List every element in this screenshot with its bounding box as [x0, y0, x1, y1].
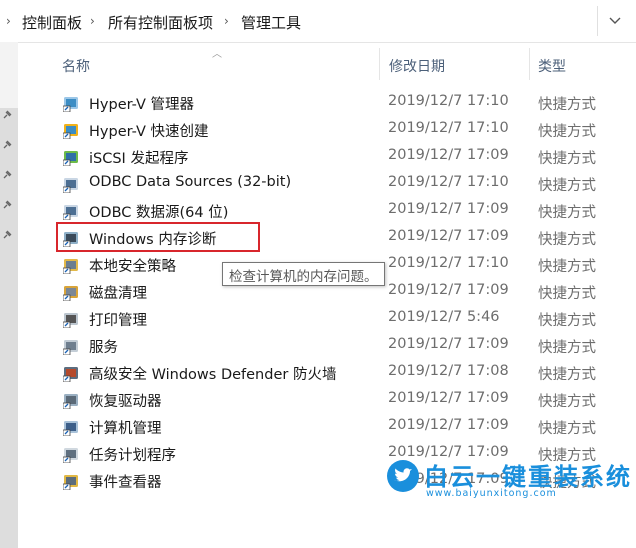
- task-scheduler-icon: [63, 448, 78, 463]
- table-row[interactable]: 恢复驱动器 2019/12/7 17:09 快捷方式: [18, 386, 636, 413]
- file-name[interactable]: 打印管理: [89, 309, 147, 330]
- file-date: 2019/12/7 17:10: [388, 255, 509, 271]
- file-type: 快捷方式: [538, 394, 596, 410]
- table-row[interactable]: Hyper-V 快速创建 2019/12/7 17:10 快捷方式: [18, 116, 636, 143]
- file-date: 2019/12/7 17:09: [388, 282, 509, 298]
- firewall-icon: [63, 367, 78, 382]
- file-name[interactable]: 磁盘清理: [89, 282, 147, 303]
- file-date: 2019/12/7 5:46: [388, 309, 500, 325]
- file-type: 快捷方式: [538, 286, 596, 302]
- address-bar[interactable]: › 控制面板 › 所有控制面板项 › 管理工具: [0, 0, 636, 43]
- pin-icon[interactable]: [2, 110, 12, 120]
- watermark: 白云一键重装系统 www.baiyunxitong.com: [384, 455, 636, 505]
- file-type: 快捷方式: [538, 232, 596, 248]
- column-name-header[interactable]: 名称: [62, 56, 90, 76]
- sort-ascending-icon: ︿: [212, 49, 222, 60]
- table-row[interactable]: 打印管理 2019/12/7 5:46 快捷方式: [18, 305, 636, 332]
- watermark-title: 白云一键重装系统: [424, 463, 632, 491]
- file-type: 快捷方式: [538, 151, 596, 167]
- table-row[interactable]: iSCSI 发起程序 2019/12/7 17:09 快捷方式: [18, 143, 636, 170]
- file-name[interactable]: Hyper-V 管理器: [89, 93, 194, 114]
- table-row[interactable]: ODBC Data Sources (32-bit) 2019/12/7 17:1…: [18, 170, 636, 197]
- chevron-right-icon[interactable]: ›: [224, 14, 229, 28]
- file-type: 快捷方式: [538, 367, 596, 383]
- pin-icon[interactable]: [2, 230, 12, 240]
- file-date: 2019/12/7 17:09: [388, 228, 509, 244]
- file-date: 2019/12/7 17:10: [388, 93, 509, 109]
- file-type: 快捷方式: [538, 124, 596, 140]
- file-date: 2019/12/7 17:09: [388, 390, 509, 406]
- file-date: 2019/12/7 17:10: [388, 174, 509, 190]
- table-row[interactable]: 高级安全 Windows Defender 防火墙 2019/12/7 17:08…: [18, 359, 636, 386]
- hyperv-manager-icon: [63, 97, 78, 112]
- file-name[interactable]: 服务: [89, 336, 118, 357]
- table-row[interactable]: 服务 2019/12/7 17:09 快捷方式: [18, 332, 636, 359]
- navigation-pane: [0, 42, 18, 548]
- chevron-right-icon[interactable]: ›: [90, 14, 95, 28]
- watermark-url: www.baiyunxitong.com: [426, 488, 557, 499]
- recovery-drive-icon: [63, 394, 78, 409]
- file-type: 快捷方式: [538, 97, 596, 113]
- column-divider[interactable]: [379, 48, 380, 80]
- file-date: 2019/12/7 17:08: [388, 363, 509, 379]
- table-row[interactable]: ODBC 数据源(64 位) 2019/12/7 17:09 快捷方式: [18, 197, 636, 224]
- print-management-icon: [63, 313, 78, 328]
- breadcrumb-all-items[interactable]: 所有控制面板项: [108, 12, 213, 33]
- file-name[interactable]: 高级安全 Windows Defender 防火墙: [89, 363, 336, 384]
- iscsi-icon: [63, 151, 78, 166]
- file-type: 快捷方式: [538, 259, 596, 275]
- column-header: 名称 修改日期 类型: [18, 42, 636, 86]
- table-row[interactable]: Hyper-V 管理器 2019/12/7 17:10 快捷方式: [18, 89, 636, 116]
- file-name[interactable]: 本地安全策略: [89, 255, 176, 276]
- file-date: 2019/12/7 17:10: [388, 120, 509, 136]
- highlight-box: [56, 222, 260, 252]
- services-icon: [63, 340, 78, 355]
- breadcrumb-control-panel[interactable]: 控制面板: [22, 12, 82, 33]
- column-date-header[interactable]: 修改日期: [389, 56, 445, 76]
- pin-icon[interactable]: [2, 200, 12, 210]
- tooltip: 检查计算机的内存问题。: [222, 262, 385, 286]
- odbc-icon: [63, 178, 78, 193]
- file-date: 2019/12/7 17:09: [388, 201, 509, 217]
- pin-icon[interactable]: [2, 170, 12, 180]
- address-divider: [597, 6, 598, 36]
- security-policy-icon: [63, 259, 78, 274]
- event-viewer-icon: [63, 475, 78, 490]
- file-date: 2019/12/7 17:09: [388, 147, 509, 163]
- file-name[interactable]: ODBC Data Sources (32-bit): [89, 174, 291, 190]
- chevron-right-icon[interactable]: ›: [6, 14, 11, 28]
- file-name[interactable]: 任务计划程序: [89, 444, 176, 465]
- file-type: 快捷方式: [538, 178, 596, 194]
- file-date: 2019/12/7 17:09: [388, 417, 509, 433]
- file-type: 快捷方式: [538, 205, 596, 221]
- file-name[interactable]: 计算机管理: [89, 417, 162, 438]
- hyperv-quick-create-icon: [63, 124, 78, 139]
- computer-management-icon: [63, 421, 78, 436]
- odbc-icon: [63, 205, 78, 220]
- file-name[interactable]: 事件查看器: [89, 471, 162, 492]
- file-name[interactable]: Hyper-V 快速创建: [89, 120, 209, 141]
- column-type-header[interactable]: 类型: [538, 56, 566, 76]
- pin-icon[interactable]: [2, 140, 12, 150]
- file-name[interactable]: ODBC 数据源(64 位): [89, 201, 228, 222]
- file-date: 2019/12/7 17:09: [388, 336, 509, 352]
- chevron-down-icon[interactable]: [608, 13, 622, 27]
- twitter-bird-logo-icon: [387, 460, 419, 492]
- file-type: 快捷方式: [538, 421, 596, 437]
- file-name[interactable]: 恢复驱动器: [89, 390, 162, 411]
- disk-cleanup-icon: [63, 286, 78, 301]
- file-name[interactable]: iSCSI 发起程序: [89, 147, 188, 168]
- file-type: 快捷方式: [538, 340, 596, 356]
- breadcrumb-admin-tools[interactable]: 管理工具: [241, 12, 301, 33]
- file-type: 快捷方式: [538, 313, 596, 329]
- table-row[interactable]: 计算机管理 2019/12/7 17:09 快捷方式: [18, 413, 636, 440]
- column-divider[interactable]: [529, 48, 530, 80]
